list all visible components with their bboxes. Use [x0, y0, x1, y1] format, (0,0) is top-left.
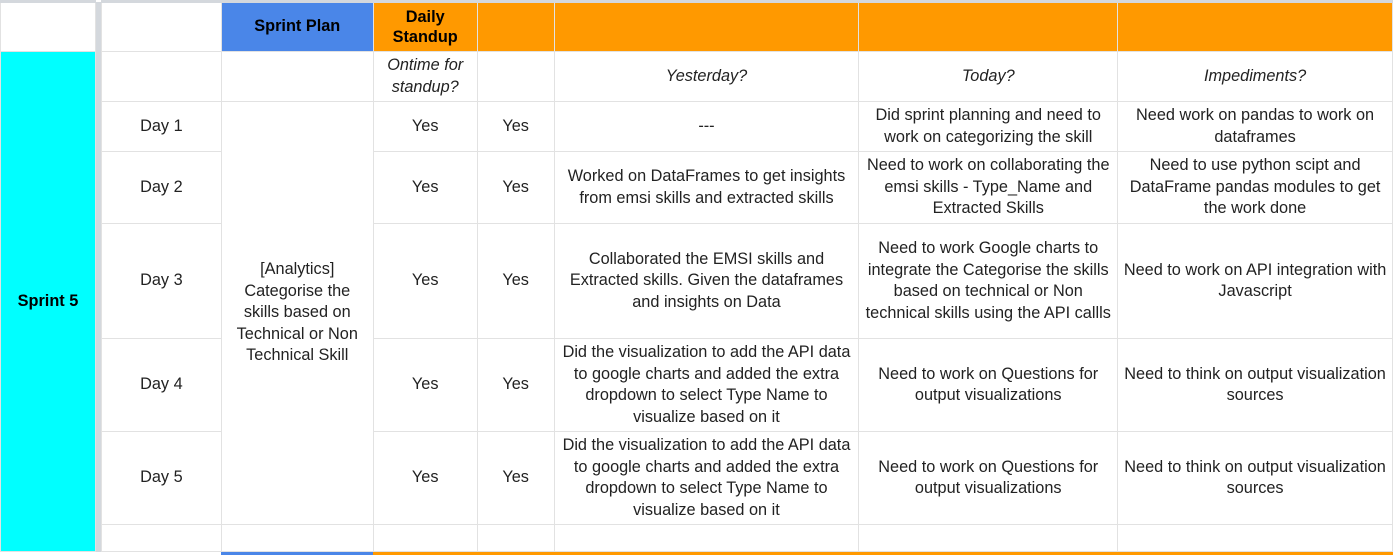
ontime-cell[interactable]: Yes — [372, 431, 478, 525]
table-row: Day 1 [Analytics] Categorise the skills … — [1, 101, 1393, 525]
table-row: Day 3 Yes Yes Collaborated the EMSI skil… — [1, 223, 1393, 339]
empty-cell[interactable] — [476, 524, 555, 552]
today-cell[interactable]: Need to work on collaborating the emsi s… — [858, 151, 1119, 224]
cell-b2[interactable] — [100, 51, 222, 102]
day-cell[interactable]: Day 5 — [100, 431, 222, 525]
yesterday-cell[interactable]: Did the visualization to add the API dat… — [553, 431, 860, 525]
impediments-cell[interactable]: Need to think on output visualization so… — [1117, 338, 1393, 432]
yesterday-cell[interactable]: Did the visualization to add the API dat… — [553, 338, 860, 432]
cell-a1[interactable] — [0, 0, 96, 52]
cell-b1[interactable] — [100, 0, 222, 52]
sprint-plan-header[interactable]: Sprint Plan — [220, 0, 374, 52]
table-row: Day 4 Yes Yes Did the visualization to a… — [1, 338, 1393, 432]
ontime-cell[interactable]: Yes — [372, 101, 478, 152]
standup-header-fill[interactable] — [858, 0, 1119, 52]
sprint-label-cell[interactable]: Sprint 5 — [0, 51, 96, 552]
impediments-cell[interactable]: Need to use python scipt and DataFrame p… — [1117, 151, 1393, 224]
cell-e2[interactable] — [476, 51, 555, 102]
empty-cell[interactable] — [1117, 524, 1393, 552]
empty-cell[interactable] — [372, 524, 478, 552]
attended-cell[interactable]: Yes — [476, 151, 555, 224]
today-cell[interactable]: Did sprint planning and need to work on … — [858, 101, 1119, 152]
ontime-cell[interactable]: Yes — [372, 151, 478, 224]
ontime-cell[interactable]: Yes — [372, 223, 478, 339]
impediments-cell[interactable]: Need to think on output visualization so… — [1117, 431, 1393, 525]
empty-cell[interactable] — [100, 524, 222, 552]
yesterday-cell[interactable]: --- — [553, 101, 860, 152]
today-header[interactable]: Today? — [858, 51, 1119, 102]
standup-header-fill[interactable] — [553, 0, 860, 52]
attended-cell[interactable]: Yes — [476, 338, 555, 432]
ontime-header[interactable]: Ontime for standup? — [372, 51, 478, 102]
impediments-cell[interactable]: Need work on pandas to work on dataframe… — [1117, 101, 1393, 152]
day-cell[interactable]: Day 3 — [100, 223, 222, 339]
empty-cell[interactable] — [553, 524, 860, 552]
spreadsheet-grid: Sprint Plan Daily Standup Sprint 5 Ontim… — [0, 0, 1393, 555]
table-row: Day 2 Yes Yes Worked on DataFrames to ge… — [1, 151, 1393, 224]
attended-cell[interactable]: Yes — [476, 431, 555, 525]
yesterday-cell[interactable]: Worked on DataFrames to get insights fro… — [553, 151, 860, 224]
yesterday-header[interactable]: Yesterday? — [553, 51, 860, 102]
empty-cell[interactable] — [858, 524, 1119, 552]
standup-header-fill[interactable] — [476, 0, 555, 52]
cell-c2[interactable] — [220, 51, 374, 102]
today-cell[interactable]: Need to work Google charts to integrate … — [858, 223, 1119, 339]
impediments-cell[interactable]: Need to work on API integration with Jav… — [1117, 223, 1393, 339]
today-cell[interactable]: Need to work on Questions for output vis… — [858, 431, 1119, 525]
today-cell[interactable]: Need to work on Questions for output vis… — [858, 338, 1119, 432]
sprint-plan-cell[interactable]: [Analytics] Categorise the skills based … — [220, 101, 374, 525]
standup-header-fill[interactable] — [1117, 0, 1393, 52]
sprint-standup-table: Sprint Plan Daily Standup Sprint 5 Ontim… — [0, 0, 1393, 552]
attended-cell[interactable]: Yes — [476, 223, 555, 339]
yesterday-cell[interactable]: Collaborated the EMSI skills and Extract… — [553, 223, 860, 339]
empty-cell[interactable] — [220, 524, 374, 552]
day-cell[interactable]: Day 1 — [100, 101, 222, 152]
table-row: Day 5 Yes Yes Did the visualization to a… — [1, 431, 1393, 525]
day-cell[interactable]: Day 2 — [100, 151, 222, 224]
ontime-cell[interactable]: Yes — [372, 338, 478, 432]
daily-standup-header[interactable]: Daily Standup — [372, 0, 478, 52]
impediments-header[interactable]: Impediments? — [1117, 51, 1393, 102]
attended-cell[interactable]: Yes — [476, 101, 555, 152]
day-cell[interactable]: Day 4 — [100, 338, 222, 432]
